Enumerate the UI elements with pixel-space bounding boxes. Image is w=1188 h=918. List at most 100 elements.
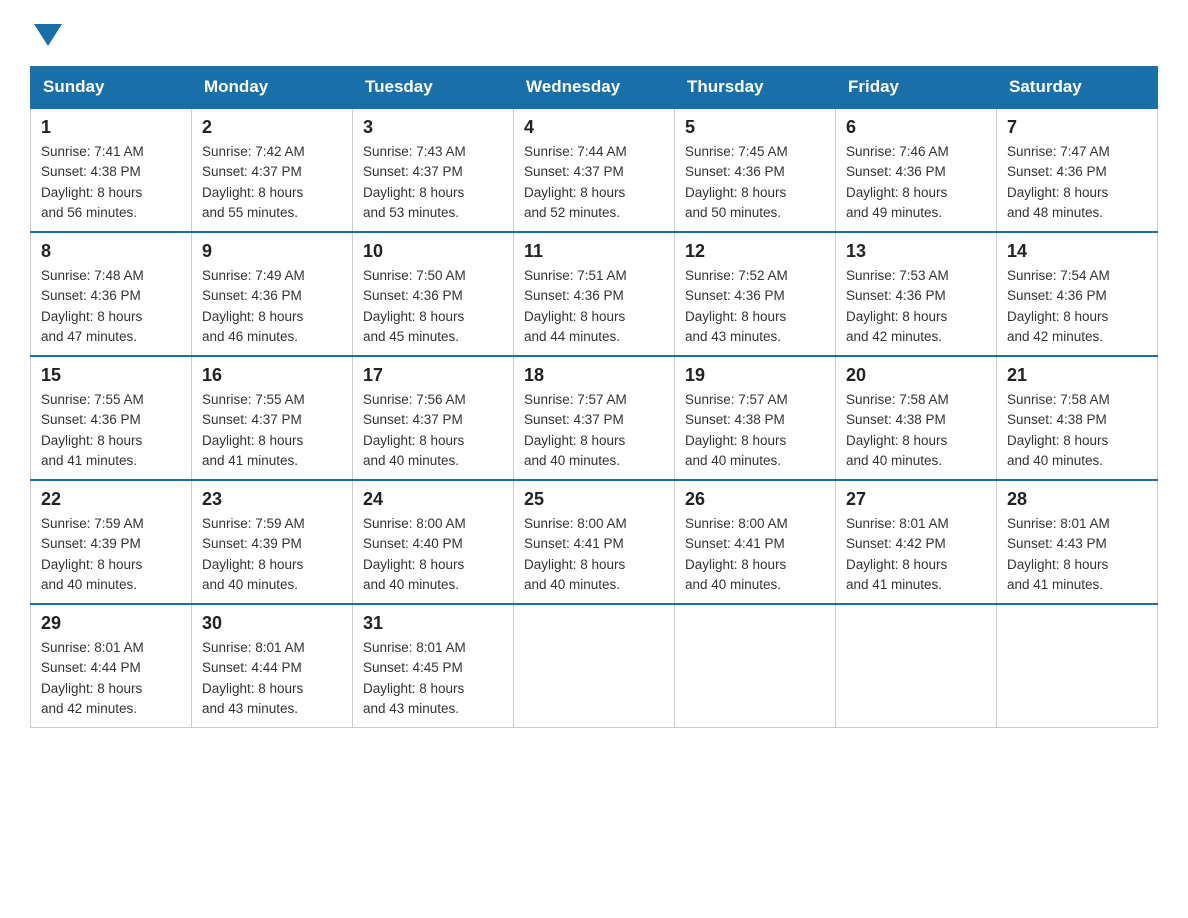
calendar-cell: 4 Sunrise: 7:44 AMSunset: 4:37 PMDayligh… [514, 108, 675, 232]
day-number: 5 [685, 117, 825, 138]
day-number: 14 [1007, 241, 1147, 262]
day-number: 27 [846, 489, 986, 510]
col-header-friday: Friday [836, 67, 997, 109]
day-info: Sunrise: 7:55 AMSunset: 4:36 PMDaylight:… [41, 392, 144, 468]
day-number: 11 [524, 241, 664, 262]
logo [30, 20, 62, 46]
calendar-header-row: SundayMondayTuesdayWednesdayThursdayFrid… [31, 67, 1158, 109]
day-info: Sunrise: 7:57 AMSunset: 4:37 PMDaylight:… [524, 392, 627, 468]
day-info: Sunrise: 7:48 AMSunset: 4:36 PMDaylight:… [41, 268, 144, 344]
day-info: Sunrise: 7:42 AMSunset: 4:37 PMDaylight:… [202, 144, 305, 220]
day-number: 7 [1007, 117, 1147, 138]
day-number: 2 [202, 117, 342, 138]
day-number: 10 [363, 241, 503, 262]
day-number: 30 [202, 613, 342, 634]
page-header [30, 20, 1158, 46]
calendar-cell: 10 Sunrise: 7:50 AMSunset: 4:36 PMDaylig… [353, 232, 514, 356]
calendar-cell: 26 Sunrise: 8:00 AMSunset: 4:41 PMDaylig… [675, 480, 836, 604]
day-number: 15 [41, 365, 181, 386]
calendar-cell: 23 Sunrise: 7:59 AMSunset: 4:39 PMDaylig… [192, 480, 353, 604]
calendar-cell: 9 Sunrise: 7:49 AMSunset: 4:36 PMDayligh… [192, 232, 353, 356]
day-info: Sunrise: 7:55 AMSunset: 4:37 PMDaylight:… [202, 392, 305, 468]
day-info: Sunrise: 8:01 AMSunset: 4:43 PMDaylight:… [1007, 516, 1110, 592]
day-number: 23 [202, 489, 342, 510]
day-info: Sunrise: 7:59 AMSunset: 4:39 PMDaylight:… [41, 516, 144, 592]
col-header-saturday: Saturday [997, 67, 1158, 109]
day-info: Sunrise: 8:00 AMSunset: 4:40 PMDaylight:… [363, 516, 466, 592]
col-header-thursday: Thursday [675, 67, 836, 109]
day-number: 4 [524, 117, 664, 138]
day-number: 26 [685, 489, 825, 510]
col-header-sunday: Sunday [31, 67, 192, 109]
calendar-cell: 27 Sunrise: 8:01 AMSunset: 4:42 PMDaylig… [836, 480, 997, 604]
day-number: 16 [202, 365, 342, 386]
day-info: Sunrise: 8:01 AMSunset: 4:44 PMDaylight:… [41, 640, 144, 716]
day-info: Sunrise: 8:01 AMSunset: 4:44 PMDaylight:… [202, 640, 305, 716]
calendar-cell: 15 Sunrise: 7:55 AMSunset: 4:36 PMDaylig… [31, 356, 192, 480]
day-number: 18 [524, 365, 664, 386]
day-number: 29 [41, 613, 181, 634]
week-row-3: 15 Sunrise: 7:55 AMSunset: 4:36 PMDaylig… [31, 356, 1158, 480]
calendar-cell: 21 Sunrise: 7:58 AMSunset: 4:38 PMDaylig… [997, 356, 1158, 480]
logo-triangle-icon [34, 24, 62, 46]
calendar-cell: 12 Sunrise: 7:52 AMSunset: 4:36 PMDaylig… [675, 232, 836, 356]
calendar-cell: 5 Sunrise: 7:45 AMSunset: 4:36 PMDayligh… [675, 108, 836, 232]
calendar-table: SundayMondayTuesdayWednesdayThursdayFrid… [30, 66, 1158, 728]
week-row-1: 1 Sunrise: 7:41 AMSunset: 4:38 PMDayligh… [31, 108, 1158, 232]
day-number: 1 [41, 117, 181, 138]
calendar-cell: 31 Sunrise: 8:01 AMSunset: 4:45 PMDaylig… [353, 604, 514, 728]
calendar-cell: 20 Sunrise: 7:58 AMSunset: 4:38 PMDaylig… [836, 356, 997, 480]
day-number: 22 [41, 489, 181, 510]
day-info: Sunrise: 7:43 AMSunset: 4:37 PMDaylight:… [363, 144, 466, 220]
day-info: Sunrise: 8:01 AMSunset: 4:45 PMDaylight:… [363, 640, 466, 716]
calendar-cell: 11 Sunrise: 7:51 AMSunset: 4:36 PMDaylig… [514, 232, 675, 356]
day-info: Sunrise: 7:58 AMSunset: 4:38 PMDaylight:… [1007, 392, 1110, 468]
day-info: Sunrise: 7:52 AMSunset: 4:36 PMDaylight:… [685, 268, 788, 344]
day-info: Sunrise: 7:54 AMSunset: 4:36 PMDaylight:… [1007, 268, 1110, 344]
calendar-cell: 28 Sunrise: 8:01 AMSunset: 4:43 PMDaylig… [997, 480, 1158, 604]
day-info: Sunrise: 7:51 AMSunset: 4:36 PMDaylight:… [524, 268, 627, 344]
day-info: Sunrise: 7:56 AMSunset: 4:37 PMDaylight:… [363, 392, 466, 468]
week-row-5: 29 Sunrise: 8:01 AMSunset: 4:44 PMDaylig… [31, 604, 1158, 728]
day-number: 8 [41, 241, 181, 262]
calendar-cell [675, 604, 836, 728]
calendar-cell [514, 604, 675, 728]
calendar-cell: 6 Sunrise: 7:46 AMSunset: 4:36 PMDayligh… [836, 108, 997, 232]
calendar-cell: 16 Sunrise: 7:55 AMSunset: 4:37 PMDaylig… [192, 356, 353, 480]
day-info: Sunrise: 7:58 AMSunset: 4:38 PMDaylight:… [846, 392, 949, 468]
calendar-cell: 18 Sunrise: 7:57 AMSunset: 4:37 PMDaylig… [514, 356, 675, 480]
calendar-cell: 3 Sunrise: 7:43 AMSunset: 4:37 PMDayligh… [353, 108, 514, 232]
day-info: Sunrise: 7:46 AMSunset: 4:36 PMDaylight:… [846, 144, 949, 220]
day-info: Sunrise: 7:57 AMSunset: 4:38 PMDaylight:… [685, 392, 788, 468]
calendar-cell: 1 Sunrise: 7:41 AMSunset: 4:38 PMDayligh… [31, 108, 192, 232]
calendar-cell: 30 Sunrise: 8:01 AMSunset: 4:44 PMDaylig… [192, 604, 353, 728]
day-number: 25 [524, 489, 664, 510]
col-header-tuesday: Tuesday [353, 67, 514, 109]
day-info: Sunrise: 8:00 AMSunset: 4:41 PMDaylight:… [524, 516, 627, 592]
col-header-monday: Monday [192, 67, 353, 109]
day-number: 28 [1007, 489, 1147, 510]
calendar-cell: 2 Sunrise: 7:42 AMSunset: 4:37 PMDayligh… [192, 108, 353, 232]
calendar-cell: 17 Sunrise: 7:56 AMSunset: 4:37 PMDaylig… [353, 356, 514, 480]
calendar-cell: 13 Sunrise: 7:53 AMSunset: 4:36 PMDaylig… [836, 232, 997, 356]
day-number: 9 [202, 241, 342, 262]
day-info: Sunrise: 7:45 AMSunset: 4:36 PMDaylight:… [685, 144, 788, 220]
day-number: 31 [363, 613, 503, 634]
day-number: 24 [363, 489, 503, 510]
calendar-cell: 14 Sunrise: 7:54 AMSunset: 4:36 PMDaylig… [997, 232, 1158, 356]
calendar-cell: 29 Sunrise: 8:01 AMSunset: 4:44 PMDaylig… [31, 604, 192, 728]
day-info: Sunrise: 7:44 AMSunset: 4:37 PMDaylight:… [524, 144, 627, 220]
day-number: 13 [846, 241, 986, 262]
day-info: Sunrise: 7:49 AMSunset: 4:36 PMDaylight:… [202, 268, 305, 344]
day-number: 17 [363, 365, 503, 386]
calendar-cell [836, 604, 997, 728]
calendar-cell: 22 Sunrise: 7:59 AMSunset: 4:39 PMDaylig… [31, 480, 192, 604]
day-number: 3 [363, 117, 503, 138]
day-info: Sunrise: 7:50 AMSunset: 4:36 PMDaylight:… [363, 268, 466, 344]
week-row-2: 8 Sunrise: 7:48 AMSunset: 4:36 PMDayligh… [31, 232, 1158, 356]
calendar-cell: 19 Sunrise: 7:57 AMSunset: 4:38 PMDaylig… [675, 356, 836, 480]
day-number: 12 [685, 241, 825, 262]
day-info: Sunrise: 7:47 AMSunset: 4:36 PMDaylight:… [1007, 144, 1110, 220]
day-number: 19 [685, 365, 825, 386]
calendar-cell: 8 Sunrise: 7:48 AMSunset: 4:36 PMDayligh… [31, 232, 192, 356]
